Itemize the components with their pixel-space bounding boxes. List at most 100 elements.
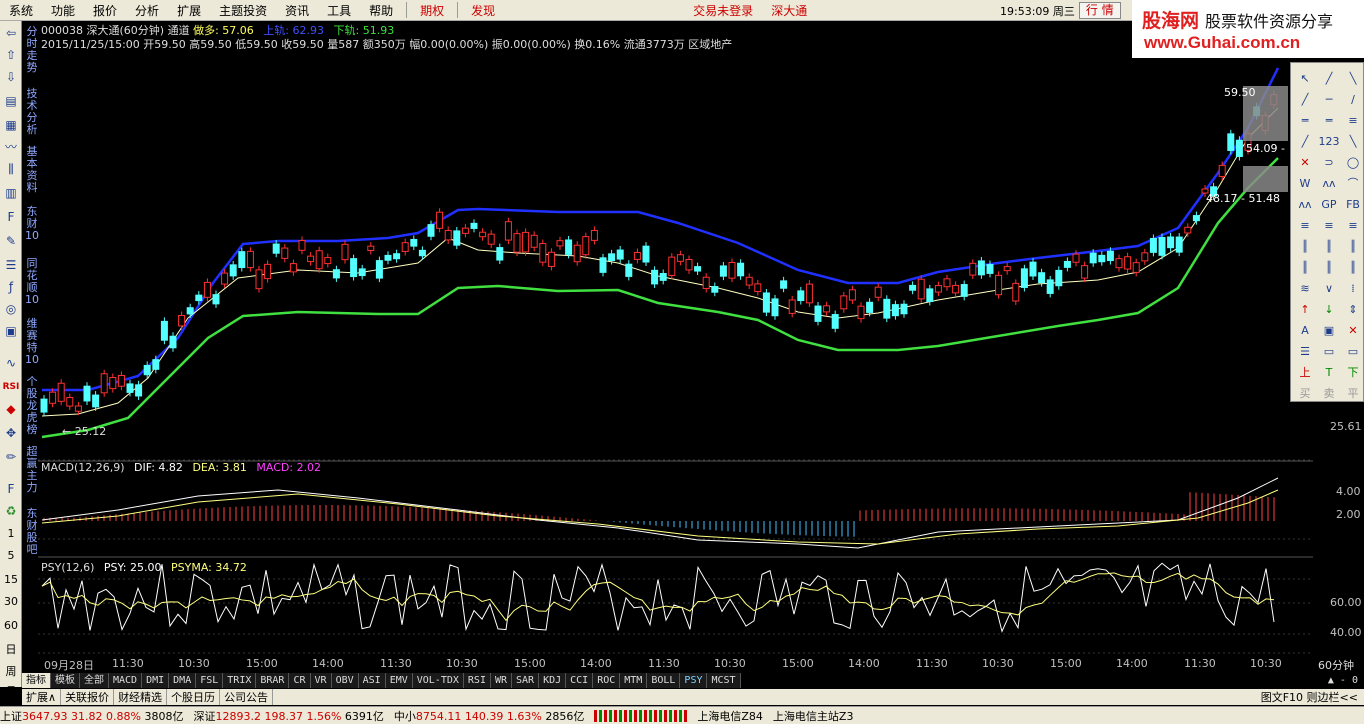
draw-tool-icon[interactable]: ▭ <box>1318 341 1340 362</box>
server-primary[interactable]: 上海电信Z84 <box>697 708 763 724</box>
tab-boll[interactable]: BOLL <box>647 673 681 688</box>
calendar-icon[interactable]: ▣ <box>2 323 20 339</box>
doc-icon[interactable]: ▤ <box>2 93 20 109</box>
subtab-3[interactable]: 个股日历 <box>167 689 221 705</box>
tab-brar[interactable]: BRAR <box>256 673 290 688</box>
tab-psy[interactable]: PSY <box>680 673 708 688</box>
draw-tool-icon[interactable]: ∨ <box>1318 278 1340 299</box>
tab-emv[interactable]: EMV <box>385 673 413 688</box>
period-15[interactable]: 15 <box>0 573 22 586</box>
subtab-2[interactable]: 财经精选 <box>114 689 168 705</box>
draw-tool-icon[interactable]: ↑ <box>1294 299 1316 320</box>
draw-tool-icon[interactable]: ↓ <box>1318 299 1340 320</box>
period-day[interactable]: 日 <box>0 641 22 657</box>
draw-tool-icon[interactable]: ◯ <box>1342 152 1364 173</box>
period-5[interactable]: 5 <box>0 549 22 562</box>
draw-tool-icon[interactable]: A <box>1294 320 1316 341</box>
rsi-icon[interactable]: RSI <box>2 379 20 395</box>
draw-tool-icon[interactable]: FB <box>1342 194 1364 215</box>
draw-tool-icon[interactable]: 买 <box>1294 383 1316 404</box>
subtabs-right[interactable]: 图文F10 则边栏<< <box>1261 689 1364 705</box>
draw-tool-icon[interactable]: 下 <box>1342 362 1364 383</box>
draw-tool-icon[interactable]: ═ <box>1318 110 1340 131</box>
draw-tool-icon[interactable]: ║ <box>1294 236 1316 257</box>
period-label[interactable]: 60分钟 <box>1318 657 1354 673</box>
wave-icon[interactable]: ∿ <box>2 355 20 371</box>
tab-mcst[interactable]: MCST <box>707 673 741 688</box>
tab-dma[interactable]: DMA <box>169 673 197 688</box>
menu-system[interactable]: 系统 <box>0 2 42 19</box>
menu-analysis[interactable]: 分析 <box>126 2 168 19</box>
tab-指标[interactable]: 指标 <box>22 673 51 688</box>
f10-icon[interactable]: F <box>2 209 20 225</box>
tab-fsl[interactable]: FSL <box>196 673 224 688</box>
kline-icon[interactable]: ⫼ <box>2 161 20 177</box>
period-30[interactable]: 30 <box>0 595 22 608</box>
server-secondary[interactable]: 上海电信主站Z3 <box>773 708 854 724</box>
draw-tool-icon[interactable]: ⌒ <box>1342 173 1364 194</box>
back-arrow-icon[interactable]: ⇦ <box>2 25 20 41</box>
tab-vol-tdx[interactable]: VOL-TDX <box>412 673 464 688</box>
tab-roc[interactable]: ROC <box>593 673 621 688</box>
flow-icon[interactable]: ◎ <box>2 301 20 317</box>
sh-index[interactable]: 上证3647.93 31.82 0.88% 3808亿 <box>0 708 183 724</box>
tab-全部[interactable]: 全部 <box>80 673 109 688</box>
bars-icon[interactable]: ▥ <box>2 185 20 201</box>
draw-tool-icon[interactable]: ─ <box>1318 89 1340 110</box>
down-arrow-icon[interactable]: ⇩ <box>2 69 20 85</box>
refresh-icon[interactable]: ♻ <box>2 503 20 519</box>
draw-tool-icon[interactable]: ╱ <box>1294 89 1316 110</box>
tab-trix[interactable]: TRIX <box>223 673 257 688</box>
draw-tool-icon[interactable]: GP <box>1318 194 1340 215</box>
tab-mtm[interactable]: MTM <box>620 673 648 688</box>
draw-tool-icon[interactable]: ║ <box>1342 236 1364 257</box>
tab-wr[interactable]: WR <box>490 673 513 688</box>
tab-cci[interactable]: CCI <box>566 673 594 688</box>
move-icon[interactable]: ✥ <box>2 425 20 441</box>
draw-tool-icon[interactable]: 卖 <box>1318 383 1340 404</box>
tab-cr[interactable]: CR <box>289 673 311 688</box>
line-chart-icon[interactable]: 〰 <box>2 139 20 155</box>
draw-tool-icon[interactable]: ⁞ <box>1342 278 1364 299</box>
draw-tool-icon[interactable]: ╱ <box>1294 131 1316 152</box>
subtab-1[interactable]: 关联报价 <box>61 689 115 705</box>
menu-help[interactable]: 帮助 <box>360 2 402 19</box>
draw-tool-icon[interactable]: ≋ <box>1294 278 1316 299</box>
tab-asi[interactable]: ASI <box>358 673 386 688</box>
draw-tool-icon[interactable]: ʌʌ <box>1318 173 1340 194</box>
draw-tool-icon[interactable]: ║ <box>1318 257 1340 278</box>
tabs-scroll-controls[interactable]: ▲ - 0 <box>1328 675 1364 686</box>
tab-vr[interactable]: VR <box>310 673 332 688</box>
menu-discover[interactable]: 发现 <box>462 2 504 19</box>
draw-tool-icon[interactable]: ✕ <box>1294 152 1316 173</box>
period-month[interactable]: 月 <box>0 683 22 699</box>
draw-tool-icon[interactable]: ≡ <box>1342 215 1364 236</box>
draw-tool-icon[interactable]: ═ <box>1294 110 1316 131</box>
draw-tool-icon[interactable]: 123 <box>1318 131 1340 152</box>
subtab-4[interactable]: 公司公告 <box>220 689 274 705</box>
period-week[interactable]: 周 <box>0 663 22 679</box>
draw-tool-icon[interactable]: ≡ <box>1318 215 1340 236</box>
draw-tool-icon[interactable]: ⇕ <box>1342 299 1364 320</box>
period-1[interactable]: 1 <box>0 527 22 540</box>
draw-tool-icon[interactable]: 上 <box>1294 362 1316 383</box>
tab-模板[interactable]: 模板 <box>51 673 80 688</box>
quote-button[interactable]: 行 情 <box>1078 2 1121 19</box>
draw-tool-icon[interactable]: ☰ <box>1294 341 1316 362</box>
draw-tool-icon[interactable]: ║ <box>1342 257 1364 278</box>
draw-tool-icon[interactable]: ║ <box>1294 257 1316 278</box>
draw-tool-icon[interactable]: ʌʌ <box>1294 194 1316 215</box>
sz-index[interactable]: 深证12893.2 198.37 1.56% 6391亿 <box>193 708 383 724</box>
tab-rsi[interactable]: RSI <box>463 673 491 688</box>
tab-dmi[interactable]: DMI <box>142 673 170 688</box>
menu-theme-invest[interactable]: 主题投资 <box>210 2 276 19</box>
draw-tool-icon[interactable]: ╲ <box>1342 131 1364 152</box>
period-60[interactable]: 60 <box>0 619 22 632</box>
fn-icon[interactable]: ƒ <box>2 279 20 295</box>
draw-tool-icon[interactable]: 平 <box>1342 383 1364 404</box>
menu-news[interactable]: 资讯 <box>276 2 318 19</box>
draw-tool-icon[interactable]: W <box>1294 173 1316 194</box>
draw-tool-icon[interactable]: T <box>1318 362 1340 383</box>
zx-index[interactable]: 中小8754.11 140.39 1.63% 2856亿 <box>394 708 584 724</box>
diamond-icon[interactable]: ◆ <box>2 401 20 417</box>
